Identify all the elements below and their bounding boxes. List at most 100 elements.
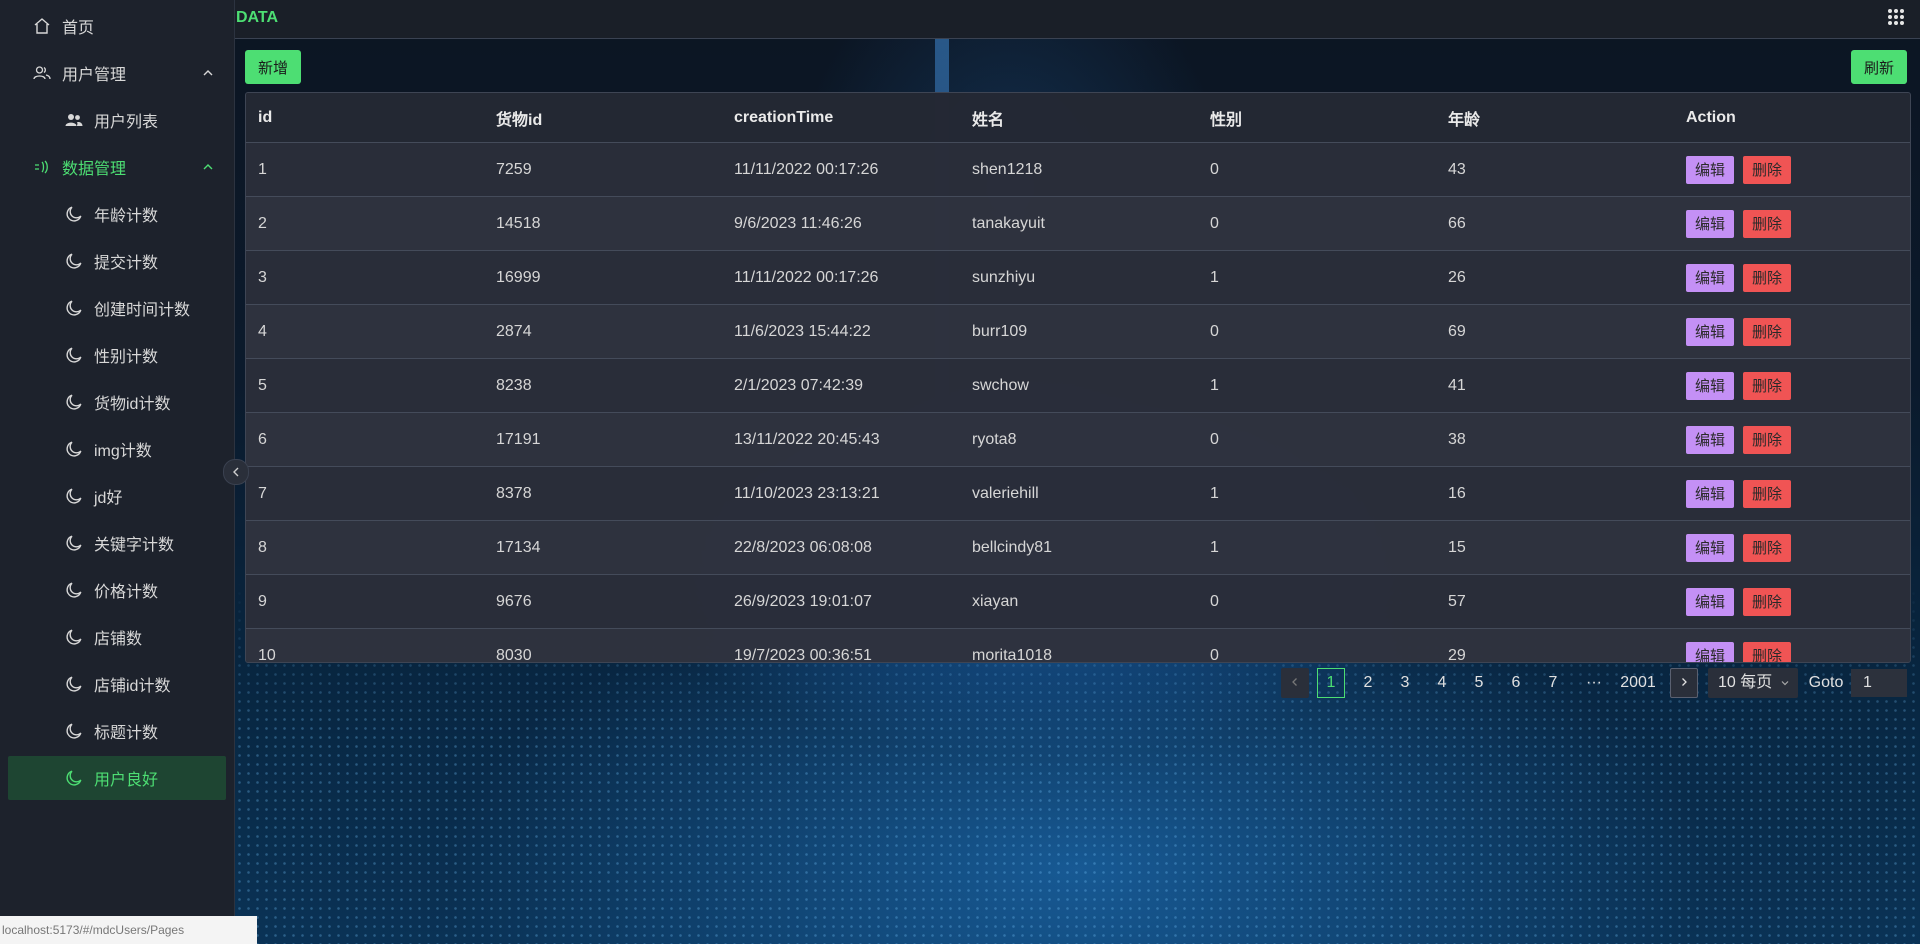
edit-button[interactable]: 编辑 [1686,425,1735,454]
edit-button[interactable]: 编辑 [1686,209,1735,238]
cell-name: swchow [960,358,1198,413]
page-button-3[interactable]: 3 [1391,668,1419,698]
delete-button[interactable]: 删除 [1743,371,1792,400]
cell-name: tanakayuit [960,196,1198,251]
sidebar-item-data-7[interactable]: jd好 [8,474,226,518]
sidebar-item-data-12[interactable]: 标题计数 [8,709,226,753]
moon-icon [64,721,84,741]
sidebar-item-label: 用户良好 [94,772,159,789]
sidebar-item-data-4[interactable]: 性别计数 [8,333,226,377]
sidebar-item-data-10[interactable]: 店铺数 [8,615,226,659]
edit-button[interactable]: 编辑 [1686,155,1735,184]
delete-button[interactable]: 删除 [1743,317,1792,346]
goto-label: Goto [1808,674,1844,691]
moon-icon [64,533,84,553]
cell-id: 8 [246,520,484,575]
prev-page-button[interactable] [1281,668,1309,698]
edit-button[interactable]: 编辑 [1686,587,1735,616]
moon-icon [64,674,84,694]
sidebar-collapse-button[interactable] [223,459,249,485]
page-button-2[interactable]: 2 [1354,668,1382,698]
grid-icon[interactable] [1886,7,1906,27]
page-size-select[interactable]: 10 每页 [1708,668,1798,698]
cell-id: 9 [246,574,484,629]
cell-id: 5 [246,358,484,413]
sidebar-item-data-11[interactable]: 店铺id计数 [8,662,226,706]
sidebar-item-home[interactable]: 首页 [8,4,226,48]
goto-page-input[interactable] [1851,669,1907,697]
cell-age: 29 [1436,628,1674,662]
table-row: 4 2874 11/6/2023 15:44:22 burr109 0 69 编辑 删除 [246,304,1910,359]
cell-gender: 1 [1198,358,1436,413]
table-row: 9 9676 26/9/2023 19:01:07 xiayan 0 57 编辑 删除 [246,574,1910,629]
cell-creation-time: 11/11/2022 00:17:26 [722,250,960,305]
sidebar-item-data-13[interactable]: 用户良好 [8,756,226,800]
sidebar-item-data-3[interactable]: 创建时间计数 [8,286,226,330]
sidebar-item-label: 性别计数 [94,349,159,366]
cell-creation-time: 26/9/2023 19:01:07 [722,574,960,629]
page-button-last[interactable]: 2001 [1612,668,1664,698]
sidebar-item-data-5[interactable]: 货物id计数 [8,380,226,424]
edit-button[interactable]: 编辑 [1686,263,1735,292]
moon-icon [64,392,84,412]
column-header-id[interactable]: id [246,93,484,143]
delete-button[interactable]: 删除 [1743,425,1792,454]
column-header-age[interactable]: 年龄 [1436,93,1674,143]
page-button-5[interactable]: 5 [1465,668,1493,698]
cell-id: 3 [246,250,484,305]
edit-button[interactable]: 编辑 [1686,533,1735,562]
page-button-1[interactable]: 1 [1317,668,1345,698]
delete-button[interactable]: 删除 [1743,641,1792,662]
sidebar-item-data-1[interactable]: 年龄计数 [8,192,226,236]
moon-icon [64,439,84,459]
table-row: 7 8378 11/10/2023 23:13:21 valeriehill 1 16 编辑… [246,466,1910,521]
data-table: id 货物id creationTime 姓名 性别 年龄 Action 1 72… [245,92,1911,663]
brand-title: DATA [236,9,279,26]
table-row: 5 8238 2/1/2023 07:42:39 swchow 1 41 编辑 删除 [246,358,1910,413]
column-header-creation-time[interactable]: creationTime [722,93,960,143]
cell-goods-id: 17134 [484,520,722,575]
edit-button[interactable]: 编辑 [1686,479,1735,508]
delete-button[interactable]: 删除 [1743,263,1792,292]
table-row: 10 8030 19/7/2023 00:36:51 morita1018 0 29 编辑删… [246,628,1910,662]
moon-icon [64,345,84,365]
cell-creation-time: 11/11/2022 00:17:26 [722,142,960,197]
cell-name: shen1218 [960,142,1198,197]
sidebar-item-data-management[interactable]: 数据管理 [8,145,226,189]
edit-button[interactable]: 编辑 [1686,371,1735,400]
delete-button[interactable]: 删除 [1743,587,1792,616]
column-header-gender[interactable]: 性别 [1198,93,1436,143]
pagination-ellipsis[interactable]: ··· [1583,668,1605,698]
edit-button[interactable]: 编辑 [1686,317,1735,346]
edit-button[interactable]: 编辑 [1686,641,1735,662]
sidebar-item-data-6[interactable]: img计数 [8,427,226,471]
table-row: 2 14518 9/6/2023 11:46:26 tanakayuit 0 66 编辑 删除 [246,196,1910,251]
cell-action: 编辑 删除 [1674,250,1910,305]
sidebar-item-user-management[interactable]: 用户管理 [8,51,226,95]
cell-age: 38 [1436,412,1674,467]
page-button-4[interactable]: 4 [1428,668,1456,698]
top-header: DATA [235,0,1920,39]
delete-button[interactable]: 删除 [1743,209,1792,238]
sidebar-item-data-2[interactable]: 提交计数 [8,239,226,283]
page-size-value: 10 每页 [1718,674,1773,691]
sidebar-item-data-8[interactable]: 关键字计数 [8,521,226,565]
page-button-7[interactable]: 7 [1539,668,1567,698]
column-header-name[interactable]: 姓名 [960,93,1198,143]
sidebar-item-label: 店铺id计数 [94,678,171,695]
table-row: 1 7259 11/11/2022 00:17:26 shen1218 0 43 编辑 删除 [246,142,1910,197]
cell-goods-id: 2874 [484,304,722,359]
sidebar-item-data-9[interactable]: 价格计数 [8,568,226,612]
people-icon [64,110,84,130]
delete-button[interactable]: 删除 [1743,155,1792,184]
column-header-goods-id[interactable]: 货物id [484,93,722,143]
add-button[interactable]: 新增 [245,50,302,84]
delete-button[interactable]: 删除 [1743,479,1792,508]
refresh-button[interactable]: 刷新 [1851,50,1908,84]
cell-age: 57 [1436,574,1674,629]
sidebar-item-label: 年龄计数 [94,208,159,225]
page-button-6[interactable]: 6 [1502,668,1530,698]
next-page-button[interactable] [1670,668,1698,698]
delete-button[interactable]: 删除 [1743,533,1792,562]
sidebar-item-user-list[interactable]: 用户列表 [8,98,226,142]
